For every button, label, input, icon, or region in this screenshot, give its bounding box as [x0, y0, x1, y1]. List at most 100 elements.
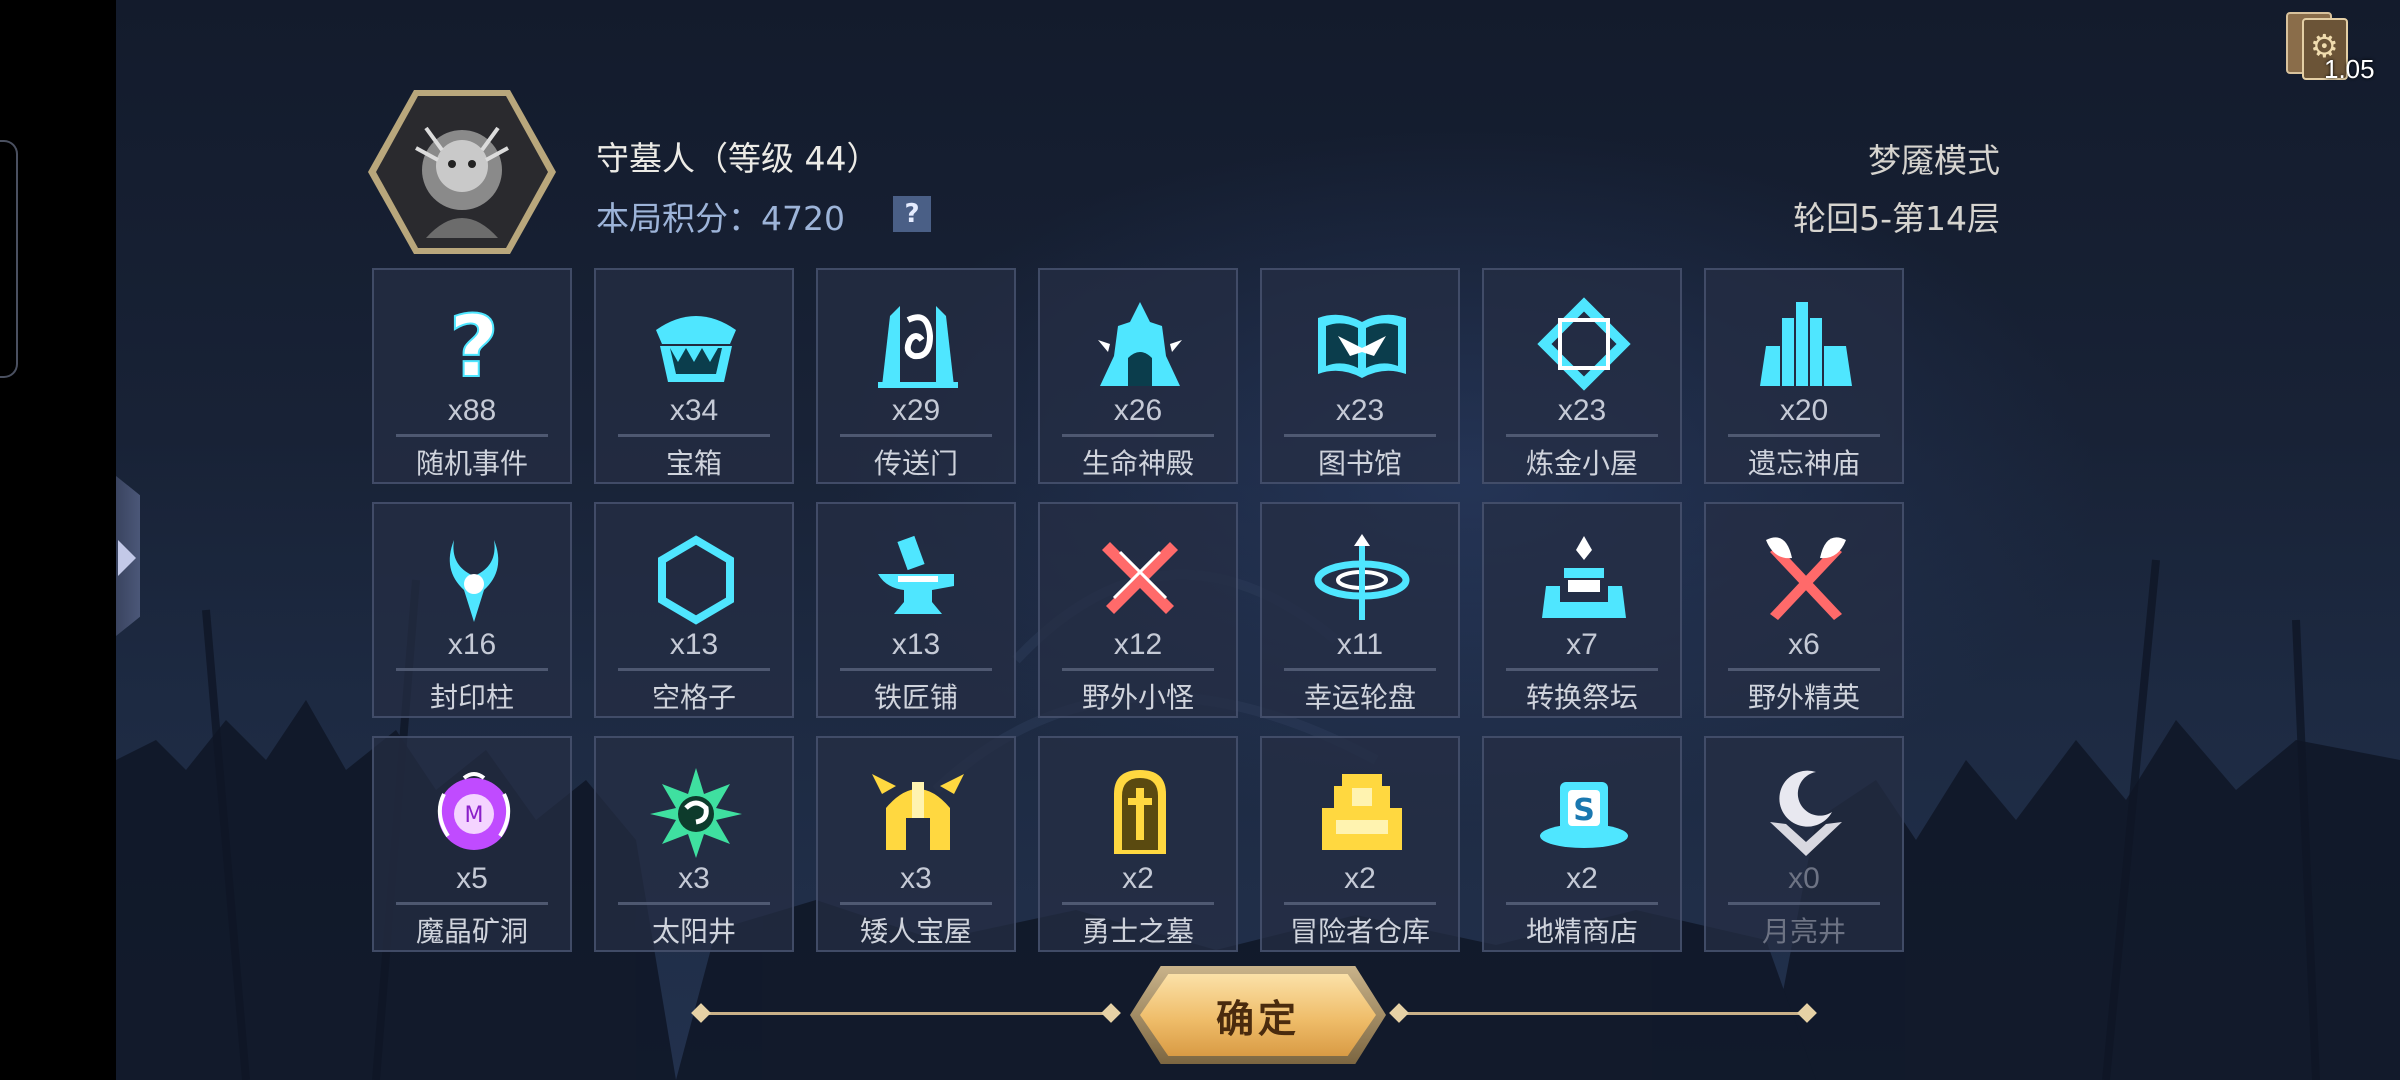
tile-label: 遗忘神庙 [1747, 447, 1860, 480]
mode-label: 梦魇模式 [1868, 141, 2000, 180]
tile-life-temple[interactable]: x26 生命神殿 [1038, 268, 1238, 484]
tile-label: 传送门 [873, 447, 958, 480]
tile-label: 生命神殿 [1081, 447, 1194, 480]
tile-divider [840, 434, 992, 437]
help-button[interactable]: ? [893, 196, 931, 232]
tile-alchemy-hut[interactable]: x23 炼金小屋 [1482, 268, 1682, 484]
tile-wild-elite[interactable]: x6 野外精英 [1704, 502, 1904, 718]
altar-icon [1542, 536, 1626, 618]
tile-divider [840, 902, 992, 905]
tile-label: 冒险者仓库 [1289, 915, 1430, 948]
tile-label: 宝箱 [665, 447, 722, 480]
tile-count: x6 [1788, 628, 1820, 661]
score-line: 本局积分：4720 [596, 192, 845, 240]
deck-button[interactable]: ⚙ 1.05 [2286, 8, 2376, 84]
tile-label: 炼金小屋 [1525, 447, 1638, 480]
event-grid: ? x88 随机事件 x34 宝箱 x29 传送门 x26 生命神殿 x23 图… [372, 268, 2024, 956]
tile-divider [396, 434, 548, 437]
tile-label: 随机事件 [415, 447, 528, 480]
tile-count: x2 [1566, 862, 1598, 895]
tile-count: x3 [678, 862, 710, 895]
tile-label: 野外精英 [1747, 681, 1860, 714]
tile-divider [1284, 902, 1436, 905]
tile-label: 封印柱 [429, 681, 514, 714]
side-handle [0, 140, 18, 378]
tile-count: x34 [669, 394, 719, 427]
tile-count: x16 [447, 628, 497, 661]
tile-divider [1506, 434, 1658, 437]
tile-divider [1506, 668, 1658, 671]
left-black-strip [0, 0, 116, 1080]
tile-count: x88 [447, 394, 497, 427]
tile-label: 铁匠铺 [873, 681, 958, 714]
tile-divider [1284, 668, 1436, 671]
deck-label: 1.05 [2324, 54, 2375, 84]
confirm-label: 确定 [1215, 996, 1300, 1041]
tile-count: x23 [1557, 394, 1607, 427]
tile-seal-pillar[interactable]: x16 封印柱 [372, 502, 572, 718]
divider-line-right [1398, 1012, 1812, 1015]
crossed-axes-icon [1766, 537, 1846, 620]
tile-label: 太阳井 [651, 915, 736, 948]
tile-blacksmith[interactable]: x13 铁匠铺 [816, 502, 1016, 718]
tile-crystal-mine[interactable]: M x5 魔晶矿洞 [372, 736, 572, 952]
tile-chest[interactable]: x34 宝箱 [594, 268, 794, 484]
shrine-icon [1760, 302, 1852, 386]
svg-text:?: ? [449, 297, 499, 392]
tile-count: x26 [1113, 394, 1163, 427]
tile-divider [840, 668, 992, 671]
tile-dwarf-treasury[interactable]: x3 矮人宝屋 [816, 736, 1016, 952]
tile-count: x3 [900, 862, 932, 895]
svg-text:S: S [1573, 793, 1595, 828]
tile-count: x20 [1779, 394, 1829, 427]
tomb-icon [1114, 770, 1166, 854]
tile-forgotten-shrine[interactable]: x20 遗忘神庙 [1704, 268, 1904, 484]
score-value: 4720 [761, 199, 845, 238]
moon-well-icon [1770, 770, 1842, 856]
tile-warrior-tomb[interactable]: x2 勇士之墓 [1038, 736, 1238, 952]
tile-sun-well[interactable]: x3 太阳井 [594, 736, 794, 952]
anvil-icon [878, 535, 954, 614]
chevron-right-icon[interactable] [118, 540, 136, 576]
tile-divider [396, 902, 548, 905]
tile-conversion-altar[interactable]: x7 转换祭坛 [1482, 502, 1682, 718]
tile-count: x2 [1344, 862, 1376, 895]
tile-divider [1728, 902, 1880, 905]
hexagon-icon [658, 535, 734, 625]
tile-label: 空格子 [651, 681, 736, 714]
tile-divider [618, 668, 770, 671]
tile-count: x5 [456, 862, 488, 895]
tile-divider [1062, 902, 1214, 905]
tile-divider [396, 668, 548, 671]
portal-icon [878, 306, 958, 388]
crossed-swords-icon [1102, 542, 1178, 614]
divider-line-left [700, 1012, 1114, 1015]
warehouse-icon [1322, 774, 1402, 850]
tile-count: x0 [1788, 862, 1820, 895]
tile-empty-cell[interactable]: x13 空格子 [594, 502, 794, 718]
tile-label: 图书馆 [1317, 447, 1402, 480]
tile-count: x2 [1122, 862, 1154, 895]
confirm-button[interactable]: 确定 [1140, 974, 1376, 1056]
tile-label: 幸运轮盘 [1303, 681, 1416, 714]
tile-adventurer-warehouse[interactable]: x2 冒险者仓库 [1260, 736, 1460, 952]
tile-lucky-wheel[interactable]: x11 幸运轮盘 [1260, 502, 1460, 718]
tile-goblin-shop[interactable]: S x2 地精商店 [1482, 736, 1682, 952]
tile-divider [618, 902, 770, 905]
tile-library[interactable]: x23 图书馆 [1260, 268, 1460, 484]
tile-count: x13 [669, 628, 719, 661]
score-label: 本局积分： [596, 199, 761, 238]
tile-count: x13 [891, 628, 941, 661]
tile-portal[interactable]: x29 传送门 [816, 268, 1016, 484]
tile-divider [618, 434, 770, 437]
tile-count: x11 [1336, 628, 1384, 661]
tile-divider [1062, 668, 1214, 671]
tile-wild-monster[interactable]: x12 野外小怪 [1038, 502, 1238, 718]
tile-label: 矮人宝屋 [859, 915, 972, 948]
tile-moon-well[interactable]: x0 月亮井 [1704, 736, 1904, 952]
wheel-icon [1314, 534, 1410, 620]
tile-label: 魔晶矿洞 [415, 915, 528, 948]
tile-label: 转换祭坛 [1525, 681, 1638, 714]
seal-pillar-icon [449, 540, 499, 622]
tile-random-event[interactable]: ? x88 随机事件 [372, 268, 572, 484]
